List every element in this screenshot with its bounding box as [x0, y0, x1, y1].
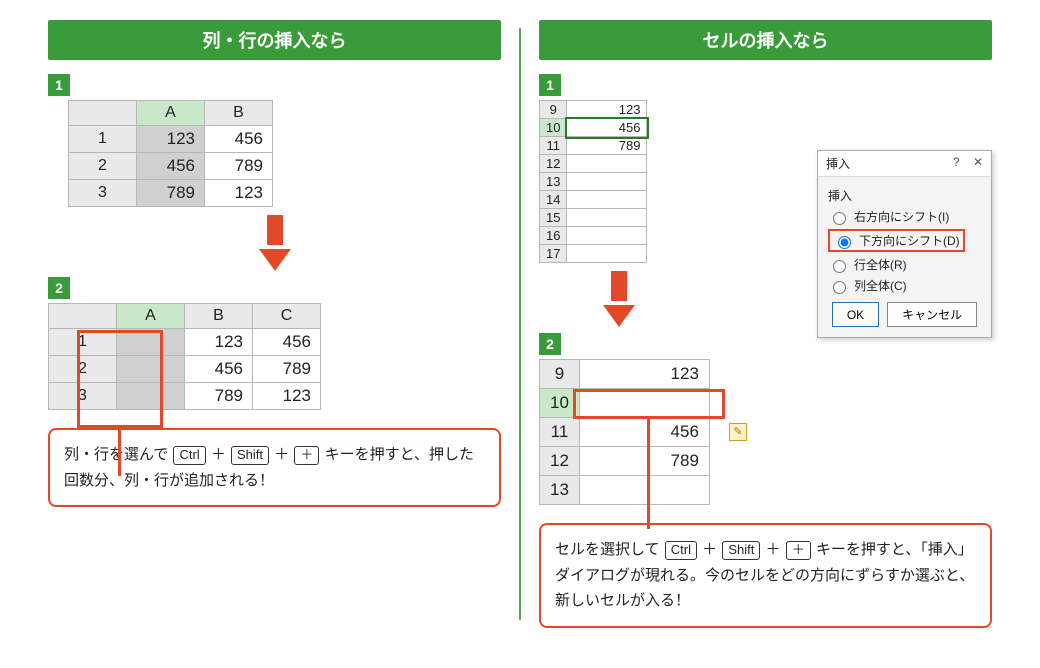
- insert-dialog: 挿入 ? ✕ 挿入 右方向にシフト(I) 下方向にシフト(D) 行全体(R) 列…: [817, 150, 992, 338]
- keycap-shift: Shift: [722, 541, 760, 560]
- keycap-ctrl: Ctrl: [665, 541, 697, 560]
- excel-table-left-2: A B C 1 123 456 2 456 789 3 789 123: [48, 303, 321, 410]
- excel-table-left-1: A B 1 123 456 2 456 789 3 789 123: [68, 100, 273, 207]
- left-column: 列・行の挿入なら 1 A B 1 123 456 2 456 789 3 789…: [30, 20, 519, 628]
- close-icon[interactable]: ✕: [973, 155, 983, 169]
- step-badge-2-left: 2: [48, 277, 70, 299]
- col-header: B: [205, 101, 273, 126]
- excel-table-right-1: 9123 10456 11789 12 13 14 15 16 17: [539, 100, 647, 263]
- cancel-button[interactable]: キャンセル: [887, 302, 977, 327]
- col-header: B: [185, 304, 253, 329]
- col-header: A: [117, 304, 185, 329]
- callout-left: 列・行を選んで Ctrl ＋ Shift ＋ ＋ キーを押すと、押した回数分、列…: [48, 428, 501, 507]
- keycap-shift: Shift: [231, 446, 269, 465]
- step-badge-2-right: 2: [539, 333, 561, 355]
- col-header: A: [137, 101, 205, 126]
- keycap-ctrl: Ctrl: [173, 446, 205, 465]
- right-column: セルの挿入なら 1 9123 10456 11789 12 13 14 15 1…: [521, 20, 1010, 628]
- radio-shift-right[interactable]: 右方向にシフト(I): [828, 208, 981, 225]
- radio-entire-col[interactable]: 列全体(C): [828, 277, 981, 294]
- heading-left: 列・行の挿入なら: [48, 20, 501, 60]
- col-header: C: [253, 304, 321, 329]
- heading-right: セルの挿入なら: [539, 20, 992, 60]
- keycap-plus: ＋: [294, 446, 319, 465]
- dialog-group-label: 挿入: [828, 187, 981, 204]
- arrow-down-icon: [599, 271, 639, 327]
- help-icon[interactable]: ?: [953, 155, 960, 169]
- ok-button[interactable]: OK: [832, 302, 879, 327]
- callout-right: セルを選択して Ctrl ＋ Shift ＋ ＋ キーを押すと、「挿入」ダイアロ…: [539, 523, 992, 628]
- radio-shift-down[interactable]: 下方向にシフト(D): [833, 232, 960, 249]
- dialog-title: 挿入: [826, 155, 850, 172]
- excel-table-right-2: 9123 10 11456 12789 13: [539, 359, 710, 505]
- step-badge-1-right: 1: [539, 74, 561, 96]
- paste-options-icon[interactable]: ✎: [729, 423, 747, 441]
- arrow-down-icon: [48, 215, 501, 271]
- keycap-plus: ＋: [786, 541, 811, 560]
- step-badge-1-left: 1: [48, 74, 70, 96]
- radio-entire-row[interactable]: 行全体(R): [828, 256, 981, 273]
